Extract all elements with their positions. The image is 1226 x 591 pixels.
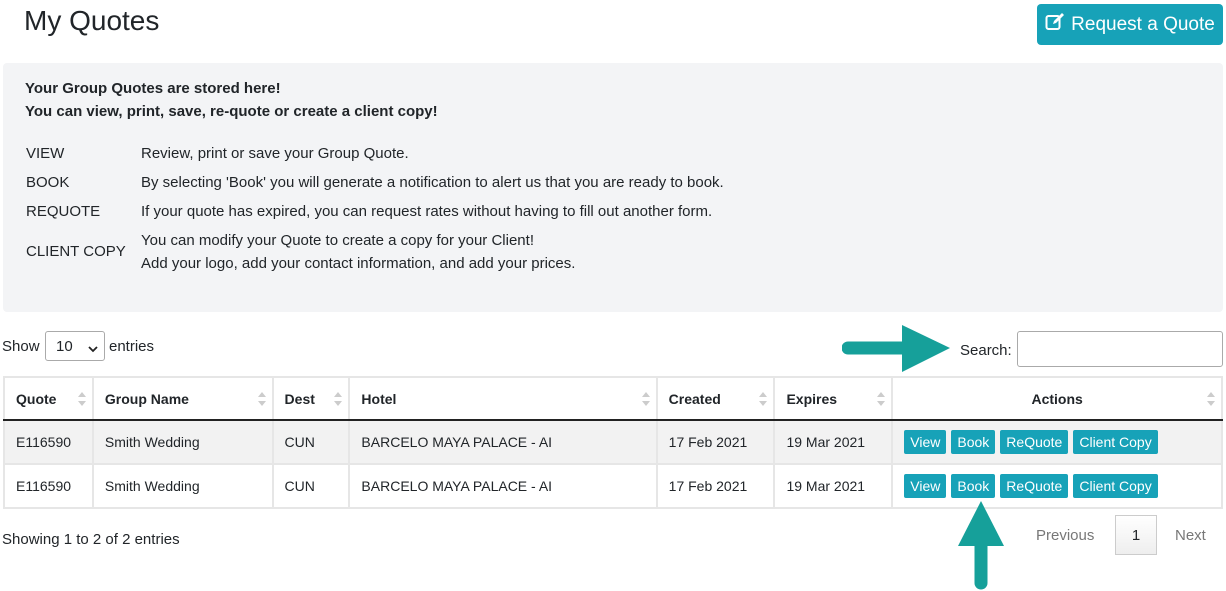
annotation-arrow-up-icon: [956, 500, 1006, 591]
annotation-arrow-right-icon: [841, 324, 952, 379]
term-book: BOOK: [26, 174, 70, 191]
table-row: E116590 Smith Wedding CUN BARCELO MAYA P…: [3, 463, 1223, 509]
page-title: My Quotes: [24, 5, 160, 36]
desc-book: By selecting 'Book' you will generate a …: [141, 174, 724, 191]
pagination-next[interactable]: Next: [1175, 527, 1206, 544]
book-button[interactable]: Book: [951, 430, 996, 454]
view-button[interactable]: View: [904, 430, 947, 454]
chevron-down-icon: [88, 341, 98, 353]
desc-client-copy-1: You can modify your Quote to create a co…: [141, 232, 534, 249]
sort-icon: [1207, 392, 1215, 406]
show-label: Show: [2, 338, 40, 355]
desc-requote: If your quote has expired, you can reque…: [141, 203, 713, 220]
cell-expires: 19 Mar 2021: [773, 463, 894, 509]
desc-client-copy-2: Add your logo, add your contact informat…: [141, 255, 576, 272]
cell-actions: View Book ReQuote Client Copy: [891, 419, 1223, 465]
search-label: Search:: [960, 342, 1012, 359]
request-quote-button[interactable]: Request a Quote: [1037, 4, 1223, 45]
sort-icon: [334, 392, 343, 406]
pagination-previous[interactable]: Previous: [1036, 527, 1094, 544]
sort-icon: [257, 392, 266, 406]
requote-button[interactable]: ReQuote: [1000, 430, 1069, 454]
info-subheading: You can view, print, save, re-quote or c…: [25, 103, 438, 120]
cell-group-name: Smith Wedding: [91, 419, 274, 465]
book-button[interactable]: Book: [951, 474, 996, 498]
header-quote[interactable]: Quote: [3, 376, 94, 421]
cell-hotel: BARCELO MAYA PALACE - AI: [348, 463, 658, 509]
cell-group-name: Smith Wedding: [91, 463, 274, 509]
search-input[interactable]: [1017, 331, 1223, 367]
pagination-page-1[interactable]: 1: [1115, 515, 1157, 555]
header-actions[interactable]: Actions: [891, 376, 1223, 421]
requote-button[interactable]: ReQuote: [1000, 474, 1069, 498]
header-expires[interactable]: Expires: [773, 376, 894, 421]
table-row: E116590 Smith Wedding CUN BARCELO MAYA P…: [3, 419, 1223, 465]
info-heading: Your Group Quotes are stored here!: [25, 80, 281, 97]
cell-quote: E116590: [3, 419, 94, 465]
cell-created: 17 Feb 2021: [655, 463, 776, 509]
entries-label: entries: [109, 338, 155, 355]
entries-info: Showing 1 to 2 of 2 entries: [2, 531, 180, 548]
edit-icon: [1045, 12, 1065, 38]
term-requote: REQUOTE: [26, 203, 101, 220]
term-client-copy: CLIENT COPY: [26, 243, 126, 260]
sort-icon: [877, 392, 886, 406]
cell-expires: 19 Mar 2021: [773, 419, 894, 465]
client-copy-button[interactable]: Client Copy: [1073, 430, 1158, 454]
view-button[interactable]: View: [904, 474, 947, 498]
header-hotel[interactable]: Hotel: [348, 376, 658, 421]
cell-quote: E116590: [3, 463, 94, 509]
header-created[interactable]: Created: [655, 376, 776, 421]
quotes-table: Quote Group Name Dest Hotel Created Expi…: [3, 376, 1223, 509]
cell-hotel: BARCELO MAYA PALACE - AI: [348, 419, 658, 465]
cell-actions: View Book ReQuote Client Copy: [891, 463, 1223, 509]
cell-dest: CUN: [271, 463, 351, 509]
term-view: VIEW: [26, 145, 65, 162]
client-copy-button[interactable]: Client Copy: [1073, 474, 1158, 498]
sort-icon: [759, 392, 768, 406]
info-panel: Your Group Quotes are stored here! You c…: [3, 63, 1223, 312]
sort-icon: [641, 392, 650, 406]
header-group-name[interactable]: Group Name: [91, 376, 274, 421]
header-dest[interactable]: Dest: [271, 376, 351, 421]
cell-created: 17 Feb 2021: [655, 419, 776, 465]
table-header-row: Quote Group Name Dest Hotel Created Expi…: [3, 376, 1223, 421]
entries-value: 10: [56, 337, 73, 355]
desc-view: Review, print or save your Group Quote.: [141, 145, 409, 162]
entries-select[interactable]: 10: [45, 331, 105, 361]
request-quote-label: Request a Quote: [1071, 13, 1215, 35]
sort-icon: [77, 392, 86, 406]
cell-dest: CUN: [271, 419, 351, 465]
